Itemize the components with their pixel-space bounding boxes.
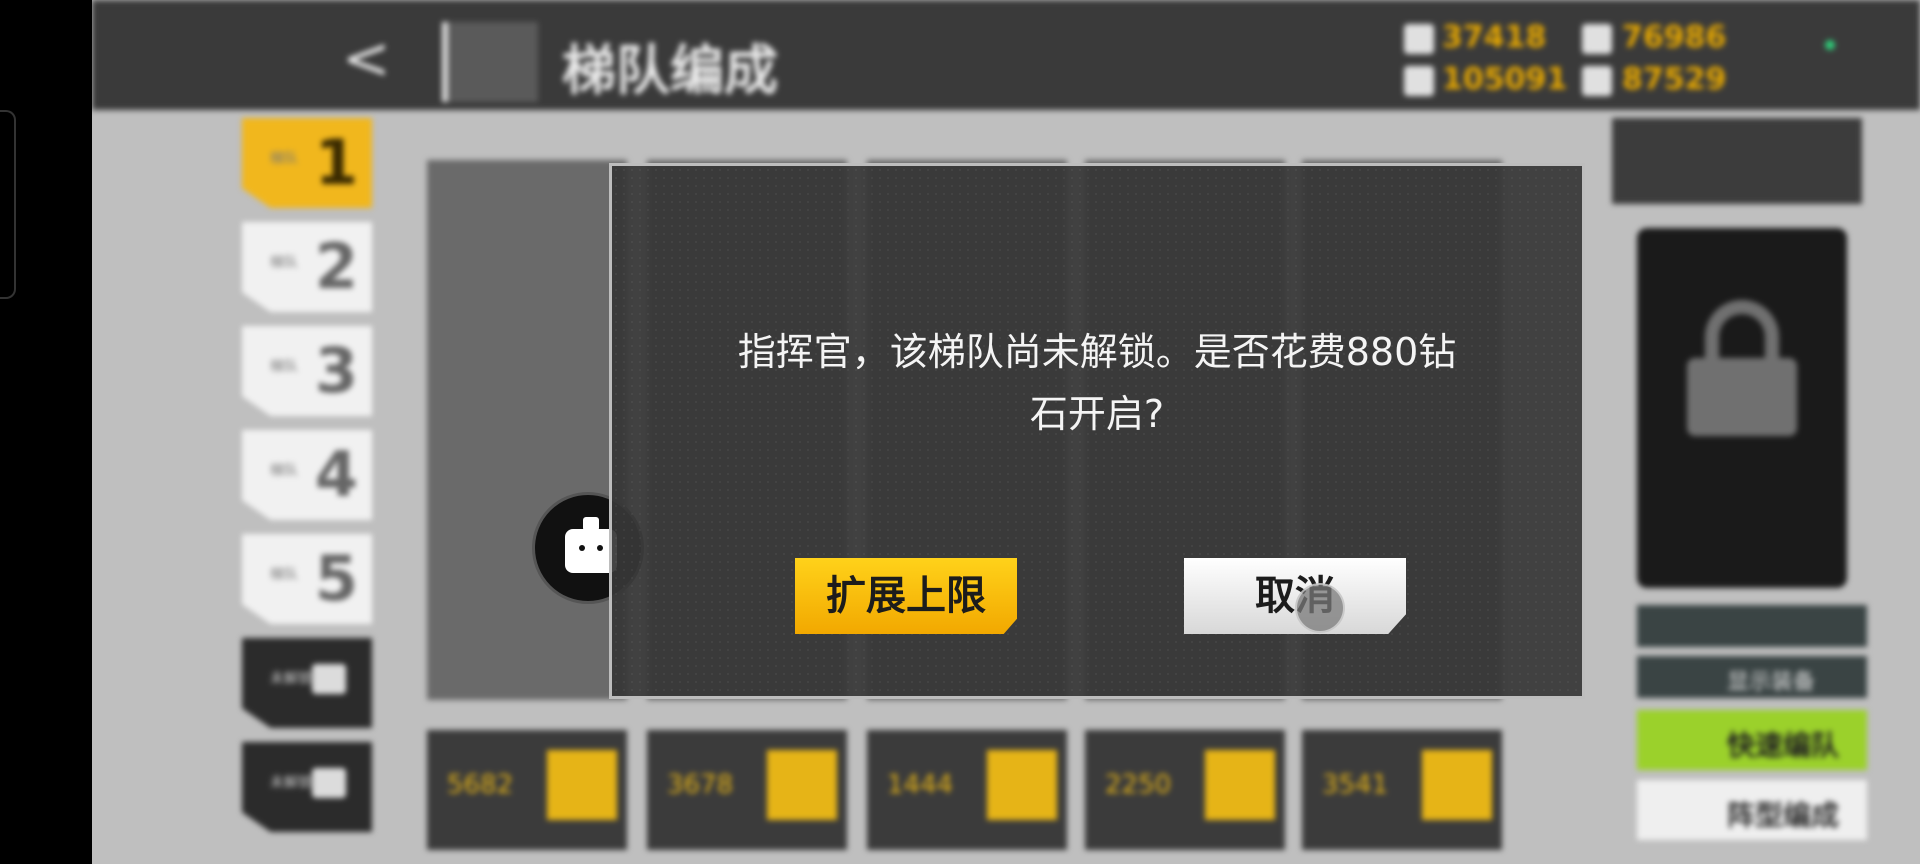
- magnifier-icon[interactable]: [987, 750, 1057, 820]
- echelon-tab-3[interactable]: 梯队 3: [242, 326, 372, 416]
- echelon-tab-6-locked[interactable]: 未解锁: [242, 638, 372, 728]
- echelon-label: 未解锁: [270, 671, 312, 687]
- ration-icon: [1404, 66, 1434, 96]
- share-button[interactable]: [1637, 605, 1867, 647]
- menu-icon[interactable]: [442, 22, 538, 102]
- dialog-message-line-1: 指挥官，该梯队尚未解锁。是否花费880钻: [737, 330, 1457, 374]
- magnifier-icon[interactable]: [1205, 750, 1275, 820]
- echelon-tab-2[interactable]: 梯队 2: [242, 222, 372, 312]
- echelon-number: 4: [314, 438, 358, 511]
- status-dot: [1825, 40, 1835, 50]
- parts-icon: [1582, 66, 1612, 96]
- parts-value: 87529: [1622, 62, 1727, 97]
- magnifier-icon[interactable]: [547, 750, 617, 820]
- top-bar: < 梯队编成 37418 76986 105091 87529: [92, 0, 1920, 110]
- manpower-icon: [1404, 24, 1434, 54]
- echelon-number: 5: [314, 542, 358, 615]
- echelon-label: 梯队: [270, 255, 298, 271]
- doll-slot-1[interactable]: 5682: [427, 160, 627, 850]
- show-equipment-toggle[interactable]: 显示装备: [1637, 656, 1867, 698]
- quick-form-label: 快速编队: [1727, 729, 1840, 762]
- unlock-dialog: 指挥官，该梯队尚未解锁。是否花费880钻 石开启? 扩展上限 取消: [609, 163, 1585, 699]
- page-title: 梯队编成: [562, 38, 778, 102]
- expand-limit-button[interactable]: 扩展上限: [795, 558, 1017, 634]
- show-equipment-label: 显示装备: [1727, 670, 1816, 695]
- magnifier-icon[interactable]: [767, 750, 837, 820]
- echelon-label: 梯队: [270, 463, 298, 479]
- touch-indicator: [1295, 583, 1345, 633]
- echelon-label: 未解锁: [270, 775, 312, 791]
- game-screen: < 梯队编成 37418 76986 105091 87529 梯队 1 梯队 …: [92, 0, 1920, 864]
- card-value: 5682: [447, 770, 514, 800]
- formation-label: 阵型编成: [1727, 799, 1840, 832]
- echelon-tab-7-locked[interactable]: 未解锁: [242, 742, 372, 832]
- ration-value: 105091: [1442, 62, 1568, 97]
- dialog-message: 指挥官，该梯队尚未解锁。是否花费880钻 石开启?: [672, 321, 1522, 445]
- echelon-tab-1[interactable]: 梯队 1: [242, 118, 372, 208]
- card-value: 3678: [667, 770, 734, 800]
- system-edge-handle[interactable]: [0, 110, 16, 299]
- echelon-tab-4[interactable]: 梯队 4: [242, 430, 372, 520]
- echelon-label: 梯队: [270, 359, 298, 375]
- fairy-card[interactable]: [1612, 118, 1862, 204]
- quick-form-button[interactable]: 快速编队: [1637, 710, 1867, 770]
- card-value: 1444: [887, 770, 954, 800]
- ammo-value: 76986: [1622, 20, 1727, 55]
- echelon-number: 1: [314, 126, 358, 199]
- ammo-icon: [1582, 24, 1612, 54]
- card-value: 2250: [1105, 770, 1172, 800]
- echelon-label: 梯队: [270, 567, 298, 583]
- cancel-button[interactable]: 取消: [1184, 558, 1406, 634]
- echelon-number: 2: [314, 230, 358, 303]
- lock-icon: [312, 664, 346, 694]
- formation-button[interactable]: 阵型编成: [1637, 780, 1867, 840]
- big-lock-icon: [1687, 300, 1797, 436]
- manpower-value: 37418: [1442, 20, 1547, 55]
- back-button[interactable]: <: [342, 28, 392, 88]
- echelon-tab-5[interactable]: 梯队 5: [242, 534, 372, 624]
- echelon-label: 梯队: [270, 151, 298, 167]
- lock-icon: [312, 768, 346, 798]
- magnifier-icon[interactable]: [1422, 750, 1492, 820]
- card-value: 3541: [1322, 770, 1389, 800]
- echelon-number: 3: [314, 334, 358, 407]
- dialog-message-line-2: 石开启?: [1029, 392, 1165, 436]
